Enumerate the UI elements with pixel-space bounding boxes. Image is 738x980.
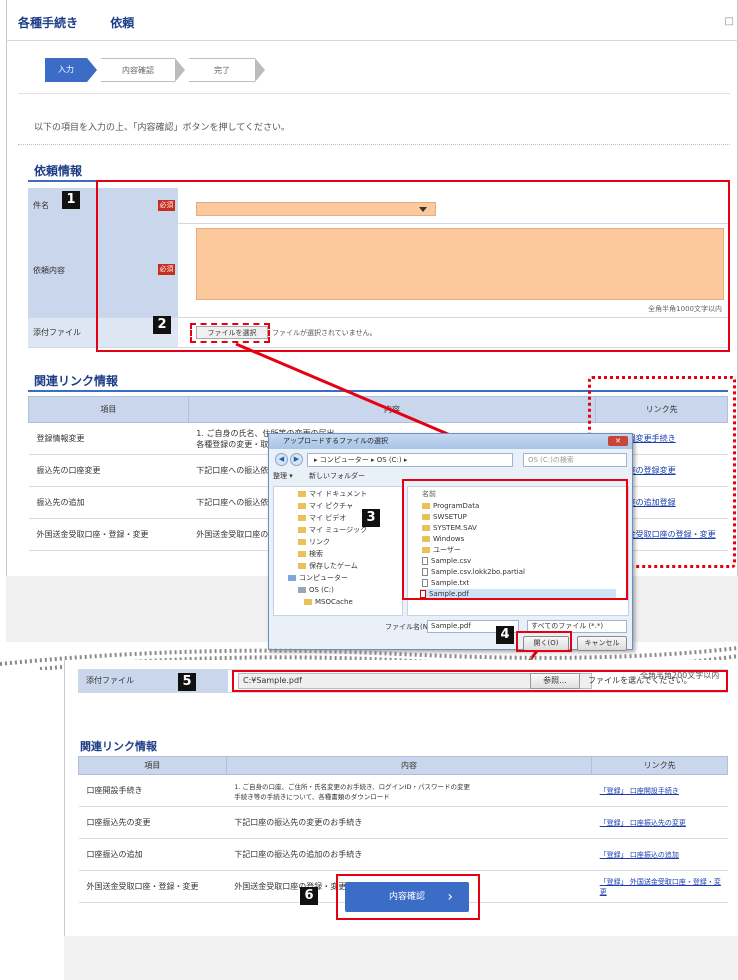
row-item: 口座振込の追加 (78, 838, 227, 871)
table-row: 口座振込の追加 下記口座の振込先の追加のお手続き 「登録」 口座振込の追加 (78, 838, 728, 871)
section-title-related-links: 関連リンク情報 (80, 740, 157, 753)
forward-icon[interactable]: ▶ (290, 453, 303, 466)
nav-item[interactable]: 検索 (298, 549, 323, 560)
nav-item[interactable]: コンピューター (288, 573, 348, 584)
new-folder-button[interactable]: 新しいフォルダー (309, 472, 365, 480)
row-link[interactable]: 「登録」 外国送金受取口座・登録・変更 (591, 870, 728, 903)
nav-item[interactable]: 保存したゲーム (298, 561, 358, 572)
dialog-nav-pane: マイ ドキュメント マイ ピクチャ マイ ビデオ マイ ミュージック リンク 検… (273, 486, 403, 616)
row-content: 下記口座の振込先の変更のお手続き (226, 806, 592, 839)
back-icon[interactable]: ◀ (275, 453, 288, 466)
dialog-path[interactable]: ▸ コンピューター ▸ OS (C:) ▸ (307, 453, 513, 467)
row-link[interactable]: 「登録」 口座開設手続き (591, 774, 728, 807)
row-link[interactable]: 「登録」 口座振込先の変更 (591, 806, 728, 839)
nav-item[interactable]: OS (C:) (298, 585, 334, 596)
nav-item[interactable]: リンク (298, 537, 330, 548)
organize-button[interactable]: 整理 ▾ (273, 472, 293, 480)
close-icon[interactable]: ✕ (608, 436, 628, 446)
row-item: 口座開設手続き (78, 774, 227, 807)
highlight-confirm-button (336, 874, 480, 920)
footer-band (64, 936, 738, 980)
dialog-address-bar: ◀ ▶ ▸ コンピューター ▸ OS (C:) ▸ OS (C:)の検索 (273, 452, 629, 468)
row-content-line: 手続き等の手続きについて、各種書類のダウンロード (234, 792, 390, 801)
highlight-attachment (232, 670, 728, 692)
row-content: 1. ご自身の口座、ご住所・氏名変更のお手続き、ログインID・パスワードの変更手… (226, 774, 592, 807)
nav-item[interactable]: マイ ビデオ (298, 513, 346, 524)
table-row: 口座開設手続き 1. ご自身の口座、ご住所・氏名変更のお手続き、ログインID・パ… (78, 774, 728, 807)
dialog-title: アップロードするファイルの選択 (269, 434, 632, 449)
nav-item[interactable]: マイ ピクチャ (298, 501, 353, 512)
row-item: 口座振込先の変更 (78, 806, 227, 839)
nav-item[interactable]: マイ ミュージック (298, 525, 367, 536)
attachment-label: 添付ファイル (78, 670, 228, 692)
table-row: 口座振込先の変更 下記口座の振込先の変更のお手続き 「登録」 口座振込先の変更 (78, 806, 728, 839)
dialog-search-input[interactable]: OS (C:)の検索 (523, 453, 627, 467)
filename-label: ファイル名(N): (385, 623, 434, 631)
row-content: 下記口座の振込先の追加のお手続き (226, 838, 592, 871)
col-header-link: リンク先 (591, 756, 728, 775)
col-header-item: 項目 (78, 756, 227, 775)
step-number-5: 5 (178, 673, 196, 691)
row-content-line: 1. ご自身の口座、ご住所・氏名変更のお手続き、ログインID・パスワードの変更 (234, 782, 471, 791)
step-number-3: 3 (362, 509, 380, 527)
row-link[interactable]: 「登録」 口座振込の追加 (591, 838, 728, 871)
row-item: 外国送金受取口座・登録・変更 (78, 870, 227, 903)
step-number-6: 6 (300, 887, 318, 905)
nav-item[interactable]: マイ ドキュメント (298, 489, 367, 500)
nav-item[interactable]: MSOCache (304, 597, 353, 608)
col-header-content: 内容 (225, 756, 593, 775)
highlight-file-list (402, 479, 628, 600)
